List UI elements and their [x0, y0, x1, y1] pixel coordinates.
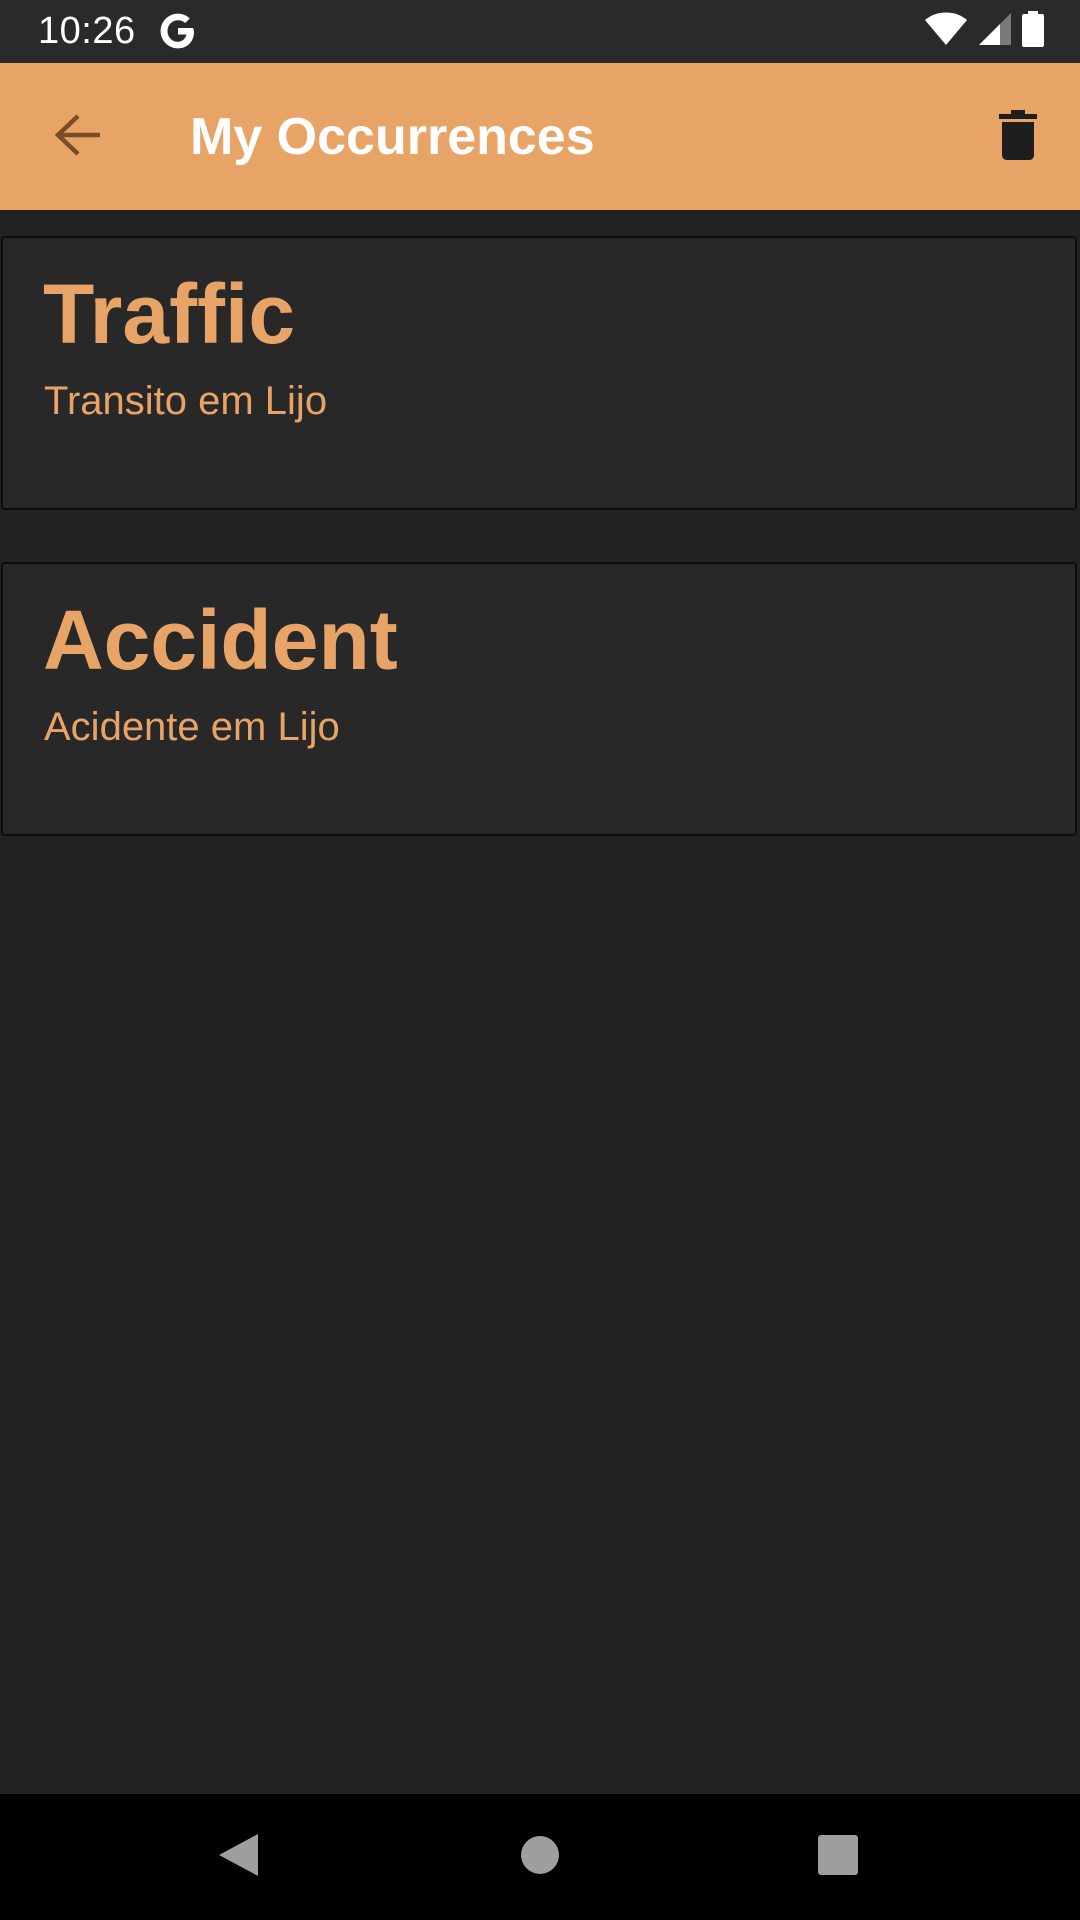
trash-icon — [999, 109, 1037, 165]
arrow-back-icon — [54, 113, 102, 162]
occurrence-description: Acidente em Lijo — [44, 705, 340, 749]
back-button[interactable] — [38, 97, 118, 177]
occurrence-card[interactable]: Accident Acidente em Lijo — [1, 562, 1077, 836]
status-time: 10:26 — [38, 10, 136, 52]
occurrence-type: Accident — [43, 593, 398, 687]
google-g-icon — [158, 10, 198, 52]
page-title: My Occurrences — [190, 108, 595, 166]
nav-back-button[interactable] — [198, 1817, 278, 1897]
recents-square-icon — [818, 1834, 858, 1880]
status-bar: 10:26 — [0, 0, 1080, 63]
home-circle-icon — [520, 1835, 560, 1880]
battery-icon — [1022, 10, 1044, 52]
back-triangle-icon — [216, 1832, 260, 1883]
wifi-icon — [924, 12, 968, 51]
app-bar: My Occurrences — [0, 63, 1080, 210]
cellular-signal-icon — [978, 12, 1012, 51]
nav-recents-button[interactable] — [798, 1817, 878, 1897]
delete-button[interactable] — [978, 97, 1058, 177]
occurrence-card[interactable]: Traffic Transito em Lijo — [1, 236, 1077, 510]
screen: 10:26 My Occurrences Traffic Transito em… — [0, 0, 1080, 1920]
occurrence-description: Transito em Lijo — [44, 379, 328, 423]
navigation-bar — [0, 1794, 1080, 1920]
nav-home-button[interactable] — [500, 1817, 580, 1897]
status-icons — [924, 10, 1044, 52]
occurrence-type: Traffic — [43, 267, 296, 361]
